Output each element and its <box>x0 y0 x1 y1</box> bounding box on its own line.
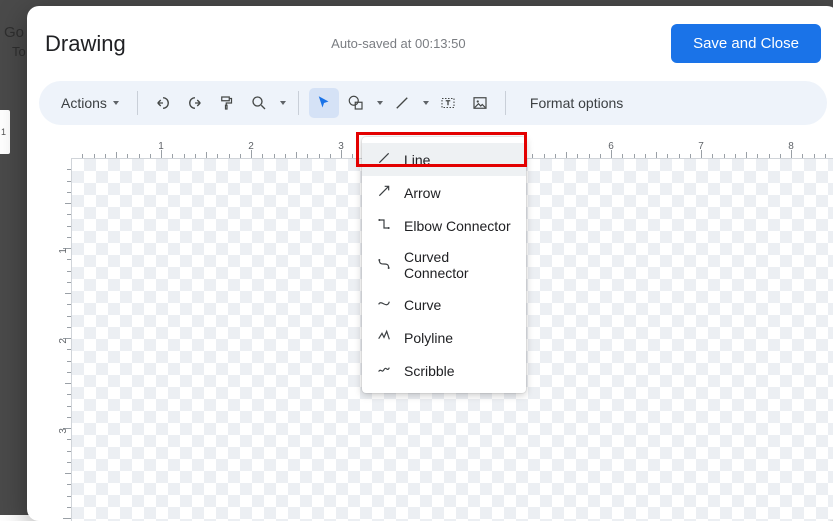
separator <box>505 91 506 115</box>
textbox-icon <box>439 94 457 112</box>
separator <box>137 91 138 115</box>
ruler-label: 2 <box>59 338 70 344</box>
ruler-label: 8 <box>788 141 794 152</box>
obscured-app-text: Go <box>4 24 24 41</box>
paint-format-button[interactable] <box>212 88 242 118</box>
format-options-button[interactable]: Format options <box>520 91 633 115</box>
line-icon <box>376 150 392 169</box>
paint-roller-icon <box>218 94 236 112</box>
toolbar: Actions <box>39 81 827 125</box>
zoom-button[interactable] <box>244 88 274 118</box>
image-tool-button[interactable] <box>465 88 495 118</box>
obscured-menu-text: To <box>12 44 26 59</box>
line-tool-menu: Line Arrow Elbow Connector Curved Connector… <box>362 137 526 393</box>
line-menu-item-scribble[interactable]: Scribble <box>362 354 526 387</box>
save-and-close-button[interactable]: Save and Close <box>671 24 821 63</box>
menu-item-label: Curved Connector <box>404 249 512 281</box>
menu-item-label: Polyline <box>404 330 453 346</box>
line-icon <box>393 94 411 112</box>
line-menu-item-line[interactable]: Line <box>362 143 526 176</box>
caret-down-icon <box>423 101 429 105</box>
app-background: Go To 1 Drawing Auto-saved at 00:13:50 S… <box>0 0 833 515</box>
ruler-label: 6 <box>608 141 614 152</box>
shape-dropdown[interactable] <box>373 101 385 105</box>
curved-icon <box>376 256 392 275</box>
zoom-icon <box>250 94 268 112</box>
zoom-dropdown[interactable] <box>276 101 288 105</box>
ruler-label: 2 <box>248 141 254 152</box>
actions-menu-button[interactable]: Actions <box>53 91 127 115</box>
redo-button[interactable] <box>180 88 210 118</box>
undo-button[interactable] <box>148 88 178 118</box>
select-tool-button[interactable] <box>309 88 339 118</box>
line-menu-item-elbow[interactable]: Elbow Connector <box>362 209 526 242</box>
menu-item-label: Curve <box>404 297 441 313</box>
autosave-status: Auto-saved at 00:13:50 <box>331 36 465 51</box>
image-icon <box>471 94 489 112</box>
ruler-label: 3 <box>338 141 344 152</box>
cursor-icon <box>315 94 333 112</box>
dialog-title: Drawing <box>45 31 126 57</box>
arrow-icon <box>376 183 392 202</box>
scribble-icon <box>376 361 392 380</box>
undo-icon <box>154 94 172 112</box>
ruler-label: 3 <box>59 428 70 434</box>
line-menu-item-curve[interactable]: Curve <box>362 288 526 321</box>
actions-label: Actions <box>61 95 107 111</box>
drawing-dialog: Drawing Auto-saved at 00:13:50 Save and … <box>27 6 833 521</box>
toolbar-container: Actions <box>39 81 827 125</box>
textbox-tool-button[interactable] <box>433 88 463 118</box>
caret-down-icon <box>377 101 383 105</box>
menu-item-label: Elbow Connector <box>404 218 511 234</box>
vertical-ruler: 1 2 3 <box>53 158 71 521</box>
line-tool-button[interactable] <box>387 88 417 118</box>
polyline-icon <box>376 328 392 347</box>
line-dropdown[interactable] <box>419 101 431 105</box>
shape-tool-button[interactable] <box>341 88 371 118</box>
menu-item-label: Scribble <box>404 363 455 379</box>
line-menu-item-arrow[interactable]: Arrow <box>362 176 526 209</box>
caret-down-icon <box>280 101 286 105</box>
redo-icon <box>186 94 204 112</box>
elbow-icon <box>376 216 392 235</box>
ruler-label: 7 <box>698 141 704 152</box>
caret-down-icon <box>113 101 119 105</box>
page-number: 1 <box>0 110 10 154</box>
ruler-label: 1 <box>59 248 70 254</box>
menu-item-label: Arrow <box>404 185 441 201</box>
shape-icon <box>347 94 365 112</box>
line-menu-item-polyline[interactable]: Polyline <box>362 321 526 354</box>
line-menu-item-curved[interactable]: Curved Connector <box>362 242 526 288</box>
dialog-header: Drawing Auto-saved at 00:13:50 Save and … <box>27 6 833 73</box>
separator <box>298 91 299 115</box>
curve-icon <box>376 295 392 314</box>
ruler-label: 1 <box>158 141 164 152</box>
menu-item-label: Line <box>404 152 430 168</box>
